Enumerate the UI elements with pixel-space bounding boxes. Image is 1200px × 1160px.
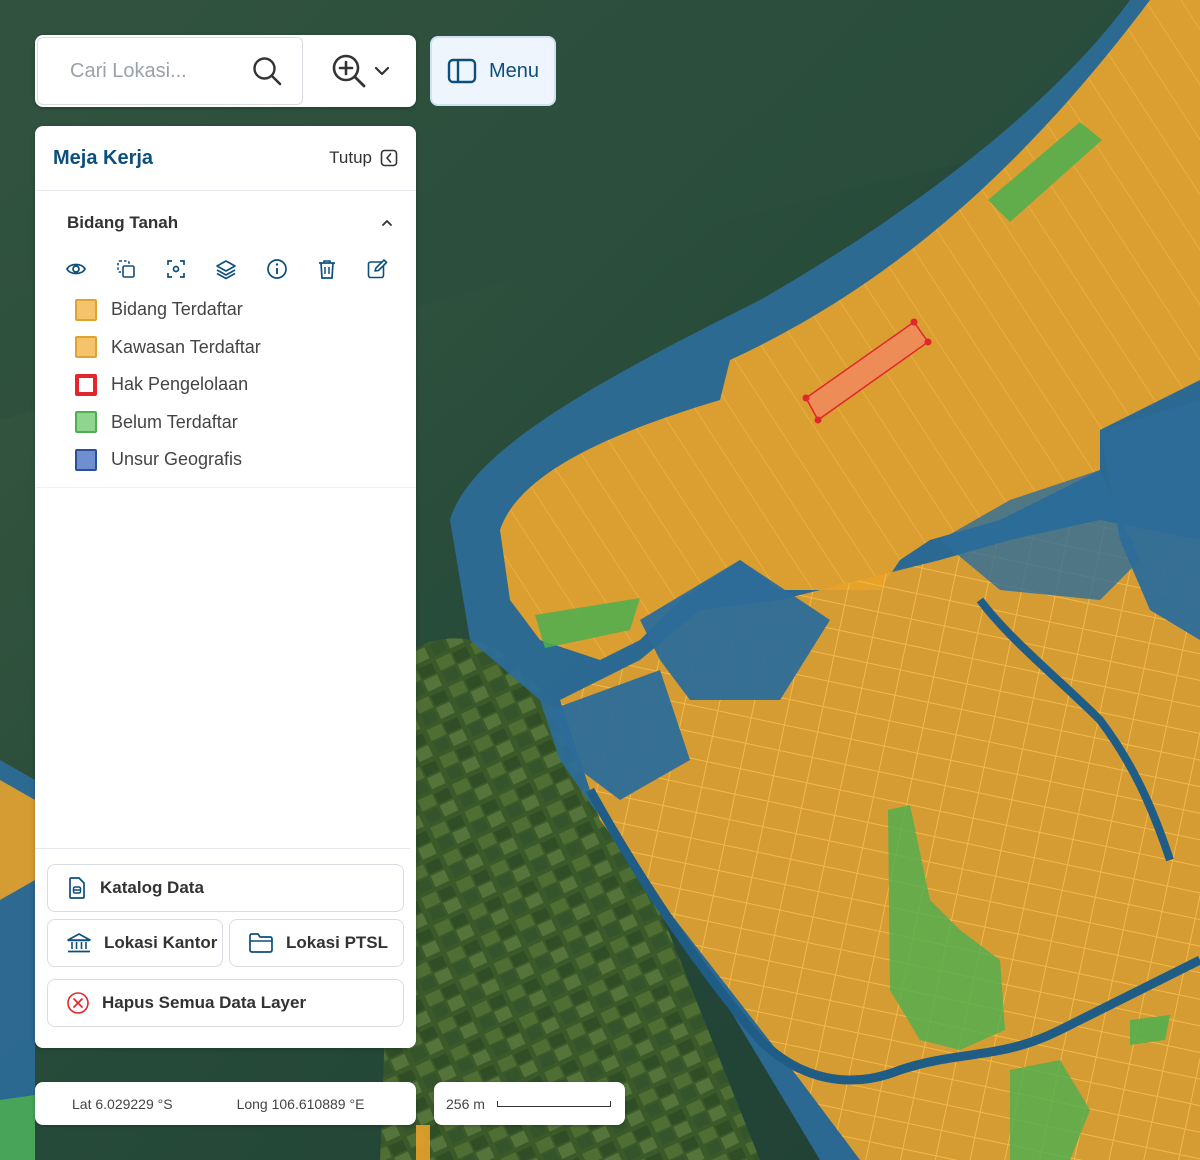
legend-item: Bidang Terdaftar	[75, 291, 416, 329]
copy-select-icon[interactable]	[115, 253, 165, 285]
legend-label: Hak Pengelolaan	[111, 374, 249, 395]
vertex-handle[interactable]	[910, 318, 918, 326]
latitude-value: Lat 6.029229 °S	[72, 1095, 173, 1112]
close-circle-icon	[67, 992, 89, 1014]
menu-label: Menu	[488, 59, 540, 82]
collapse-left-icon	[380, 149, 398, 167]
close-panel-button[interactable]: Tutup	[329, 148, 398, 168]
legend-label: Kawasan Terdaftar	[111, 336, 261, 357]
panel-header: Meja Kerja Tutup	[35, 126, 416, 191]
legend-swatch	[75, 298, 97, 321]
office-location-label: Lokasi Kantor	[104, 933, 218, 952]
office-location-button[interactable]: Lokasi Kantor	[47, 919, 223, 967]
data-catalog-button[interactable]: Katalog Data	[47, 864, 404, 912]
menu-button[interactable]: Menu	[430, 36, 556, 106]
scale-label: 256 m	[446, 1095, 485, 1112]
focus-icon[interactable]	[165, 253, 215, 285]
sidebar-panel-icon	[447, 58, 477, 84]
legend-label: Unsur Geografis	[111, 449, 243, 470]
close-label: Tutup	[329, 148, 372, 167]
zoom-in-icon	[332, 54, 365, 88]
eye-icon[interactable]	[65, 253, 115, 285]
legend-swatch	[75, 411, 97, 434]
chevron-up-icon[interactable]	[380, 216, 394, 230]
folder-icon	[249, 933, 273, 953]
layer-section-header[interactable]: Bidang Tanah	[35, 191, 416, 233]
document-icon	[69, 877, 85, 899]
clear-all-layers-label: Hapus Semua Data Layer	[102, 993, 307, 1012]
longitude-value: Long 106.610889 °E	[236, 1095, 365, 1112]
chevron-down-icon	[374, 66, 389, 76]
search-toolbar	[35, 35, 416, 107]
search-box	[37, 37, 303, 105]
clear-all-layers-button[interactable]: Hapus Semua Data Layer	[47, 979, 404, 1027]
registered-parcel-west	[0, 780, 35, 900]
unregistered-parcel-west	[0, 1095, 35, 1160]
legend-item: Belum Terdaftar	[75, 404, 416, 442]
vertex-handle[interactable]	[814, 416, 822, 424]
layers-icon[interactable]	[215, 253, 265, 285]
ptsl-location-label: Lokasi PTSL	[286, 933, 389, 952]
legend-swatch	[75, 373, 97, 396]
layer-legend: Bidang Terdaftar Kawasan Terdaftar Hak Pen…	[35, 285, 416, 479]
legend-item: Kawasan Terdaftar	[75, 329, 416, 367]
layer-toolbar	[35, 233, 416, 285]
layer-section-title: Bidang Tanah	[67, 213, 179, 232]
bank-building-icon	[67, 933, 91, 953]
legend-swatch	[75, 336, 97, 359]
coordinate-readout: Lat 6.029229 °S Long 106.610889 °E	[35, 1082, 416, 1125]
scale-bar: 256 m	[434, 1082, 625, 1125]
divider	[35, 487, 416, 488]
edit-icon[interactable]	[366, 253, 416, 285]
zoom-dropdown-button[interactable]	[305, 35, 416, 107]
legend-swatch	[75, 448, 97, 471]
data-catalog-label: Katalog Data	[100, 878, 204, 897]
search-icon[interactable]	[252, 56, 282, 86]
workspace-panel: Meja Kerja Tutup Bidang Tanah Bidang Ter…	[35, 126, 416, 1048]
panel-title: Meja Kerja	[53, 146, 154, 169]
legend-label: Bidang Terdaftar	[111, 299, 243, 320]
divider	[35, 848, 410, 849]
vertex-handle[interactable]	[924, 338, 932, 346]
trash-icon[interactable]	[316, 253, 366, 285]
registered-parcel-sw	[416, 1125, 430, 1160]
legend-label: Belum Terdaftar	[111, 411, 238, 432]
vertex-handle[interactable]	[802, 394, 810, 402]
legend-item: Unsur Geografis	[75, 441, 416, 479]
search-input[interactable]	[68, 58, 252, 84]
info-icon[interactable]	[266, 253, 316, 285]
scale-line	[496, 1100, 611, 1107]
ptsl-location-button[interactable]: Lokasi PTSL	[229, 919, 404, 967]
legend-item: Hak Pengelolaan	[75, 366, 416, 404]
